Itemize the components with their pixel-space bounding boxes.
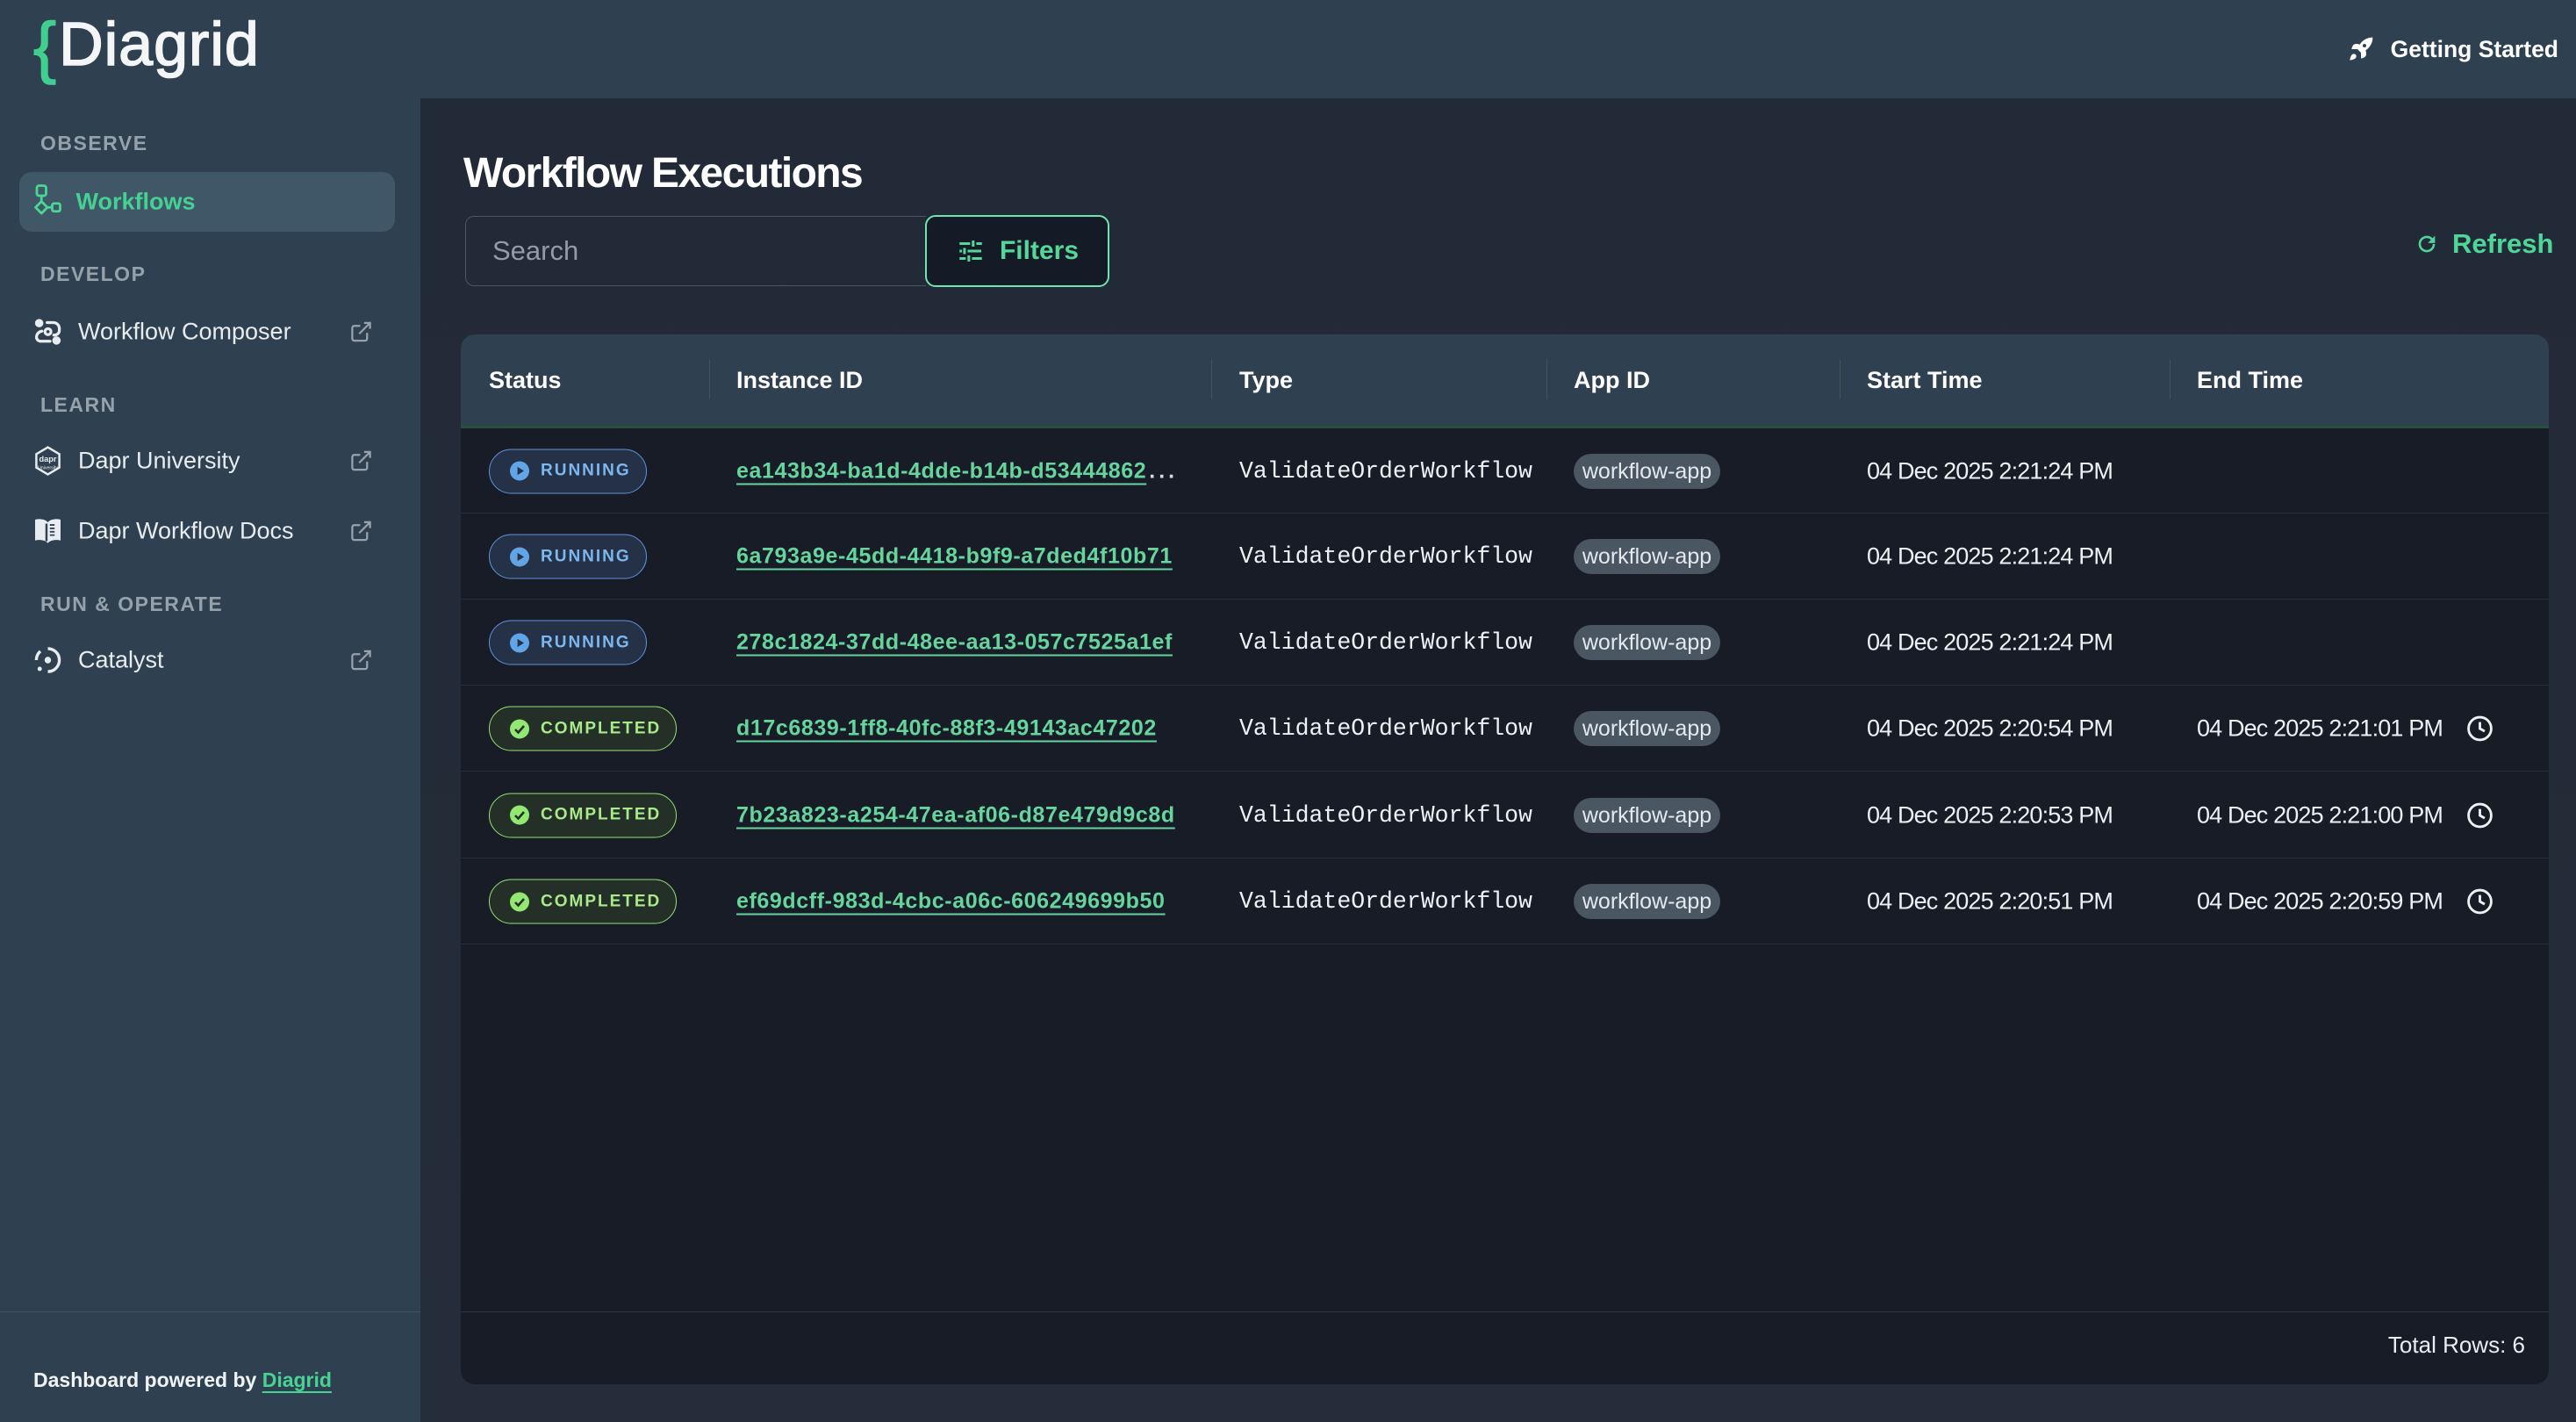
- svg-text:dapr: dapr: [39, 455, 56, 463]
- svg-text:University: University: [38, 465, 58, 470]
